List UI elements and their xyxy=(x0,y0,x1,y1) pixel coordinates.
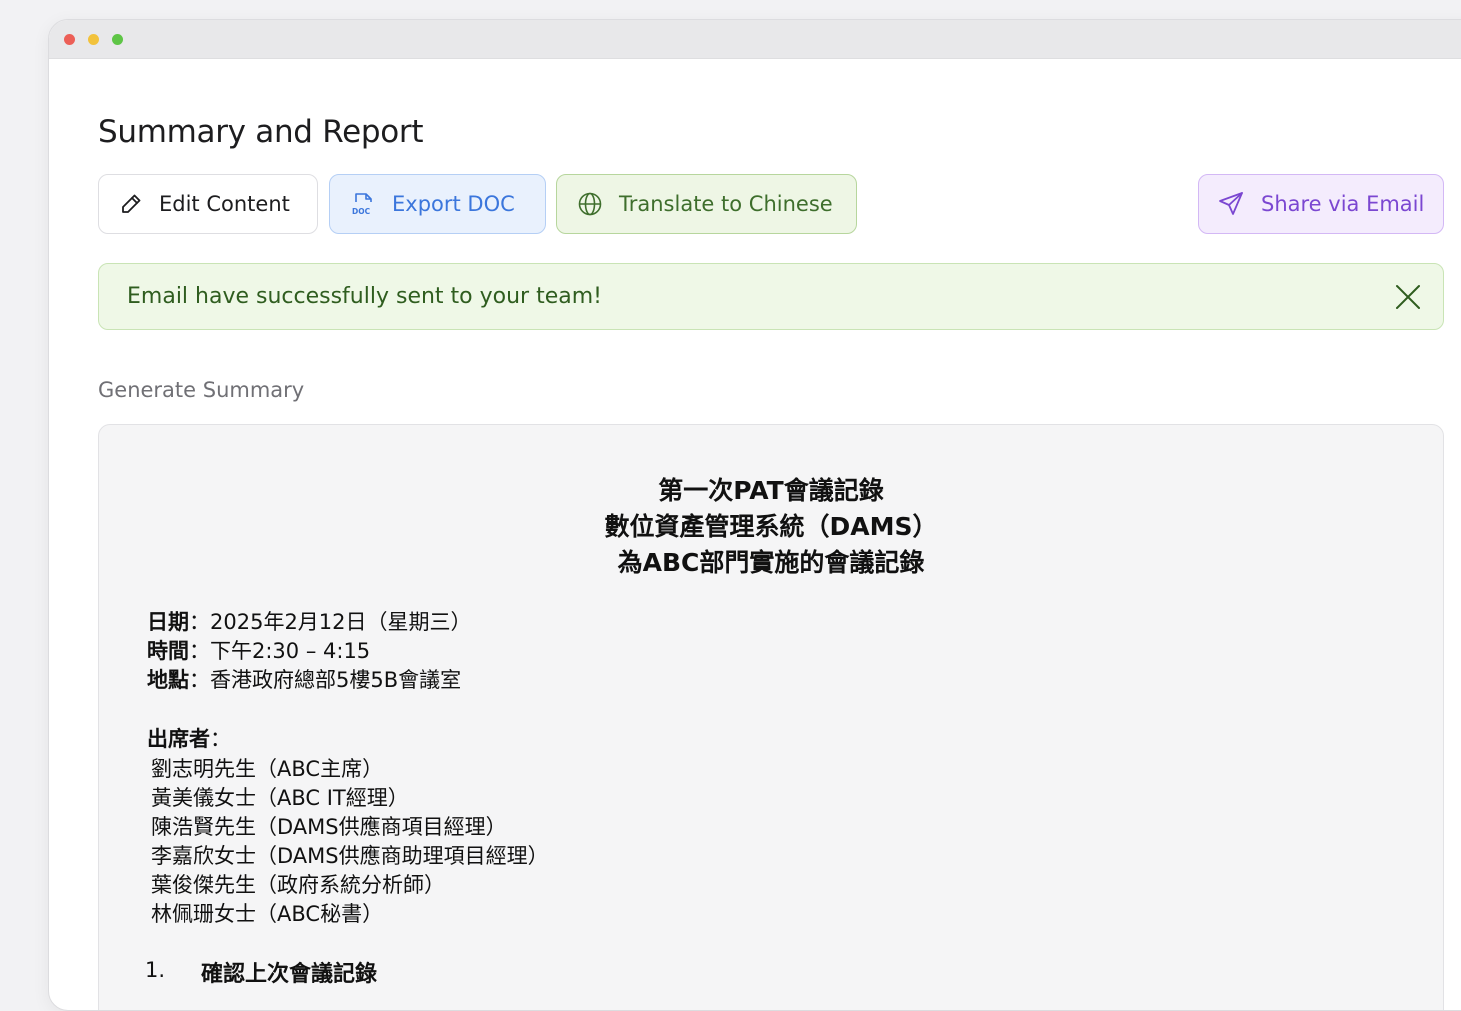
summary-document: 第一次PAT會議記錄 數位資產管理系統（DAMS） 為ABC部門實施的會議記錄 … xyxy=(98,424,1444,1010)
doc-meta-time: 時間：下午2:30 – 4:15 xyxy=(147,635,370,665)
send-icon xyxy=(1219,192,1243,215)
page-title: Summary and Report xyxy=(98,114,424,150)
app-window: Summary and Report Edit Content DOC Expo… xyxy=(48,19,1461,1011)
pencil-icon xyxy=(122,194,141,213)
attendees-label: 出席者 xyxy=(147,727,210,751)
close-icon[interactable] xyxy=(1395,284,1421,310)
doc-meta-date: 日期：2025年2月12日（星期三） xyxy=(147,606,472,636)
close-window-dot[interactable] xyxy=(64,34,75,45)
edit-content-label: Edit Content xyxy=(159,192,290,216)
translate-button[interactable]: Translate to Chinese xyxy=(556,174,857,234)
globe-icon xyxy=(578,192,602,216)
meta-time-label: 時間 xyxy=(147,639,189,663)
meta-date-label: 日期 xyxy=(147,610,189,634)
maximize-window-dot[interactable] xyxy=(112,34,123,45)
agenda-item-number: 1. xyxy=(145,958,166,982)
edit-content-button[interactable]: Edit Content xyxy=(98,174,318,234)
generate-summary-label: Generate Summary xyxy=(98,378,305,402)
success-alert: Email have successfully sent to your tea… xyxy=(98,263,1444,330)
doc-title-line-1: 第一次PAT會議記錄 xyxy=(658,476,884,505)
attendee-item: 劉志明先生（ABC主席） xyxy=(151,757,384,781)
meta-location-label: 地點 xyxy=(147,668,189,692)
alert-message: Email have successfully sent to your tea… xyxy=(127,284,602,309)
doc-file-icon: DOC xyxy=(352,193,372,216)
attendee-item: 林佩珊女士（ABC秘書） xyxy=(151,902,384,926)
attendees-colon: ： xyxy=(210,727,231,751)
svg-text:DOC: DOC xyxy=(352,207,371,216)
doc-title-line-2: 數位資產管理系統（DAMS） xyxy=(604,512,938,541)
export-doc-label: Export DOC xyxy=(392,192,515,216)
doc-title-line-3: 為ABC部門實施的會議記錄 xyxy=(617,548,925,577)
doc-meta-location: 地點：香港政府總部5樓5B會議室 xyxy=(147,664,461,694)
translate-label: Translate to Chinese xyxy=(619,192,833,216)
meta-date-value: ：2025年2月12日（星期三） xyxy=(189,610,472,634)
export-doc-button[interactable]: DOC Export DOC xyxy=(329,174,546,234)
meta-location-value: ：香港政府總部5樓5B會議室 xyxy=(189,668,462,692)
attendee-item: 葉俊傑先生（政府系統分析師） xyxy=(151,873,445,897)
attendees-heading: 出席者： xyxy=(147,723,231,753)
minimize-window-dot[interactable] xyxy=(88,34,99,45)
meta-time-value: ：下午2:30 – 4:15 xyxy=(189,639,371,663)
share-email-label: Share via Email xyxy=(1261,192,1425,216)
main-content: Summary and Report Edit Content DOC Expo… xyxy=(98,58,1461,1010)
agenda-item-heading: 確認上次會議記錄 xyxy=(201,962,378,987)
attendee-item: 黃美儀女士（ABC IT經理） xyxy=(151,786,409,810)
window-titlebar xyxy=(49,20,1461,59)
attendee-item: 陳浩賢先生（DAMS供應商項目經理） xyxy=(151,815,507,839)
share-email-button[interactable]: Share via Email xyxy=(1198,174,1444,234)
attendee-item: 李嘉欣女士（DAMS供應商助理項目經理） xyxy=(151,844,549,868)
